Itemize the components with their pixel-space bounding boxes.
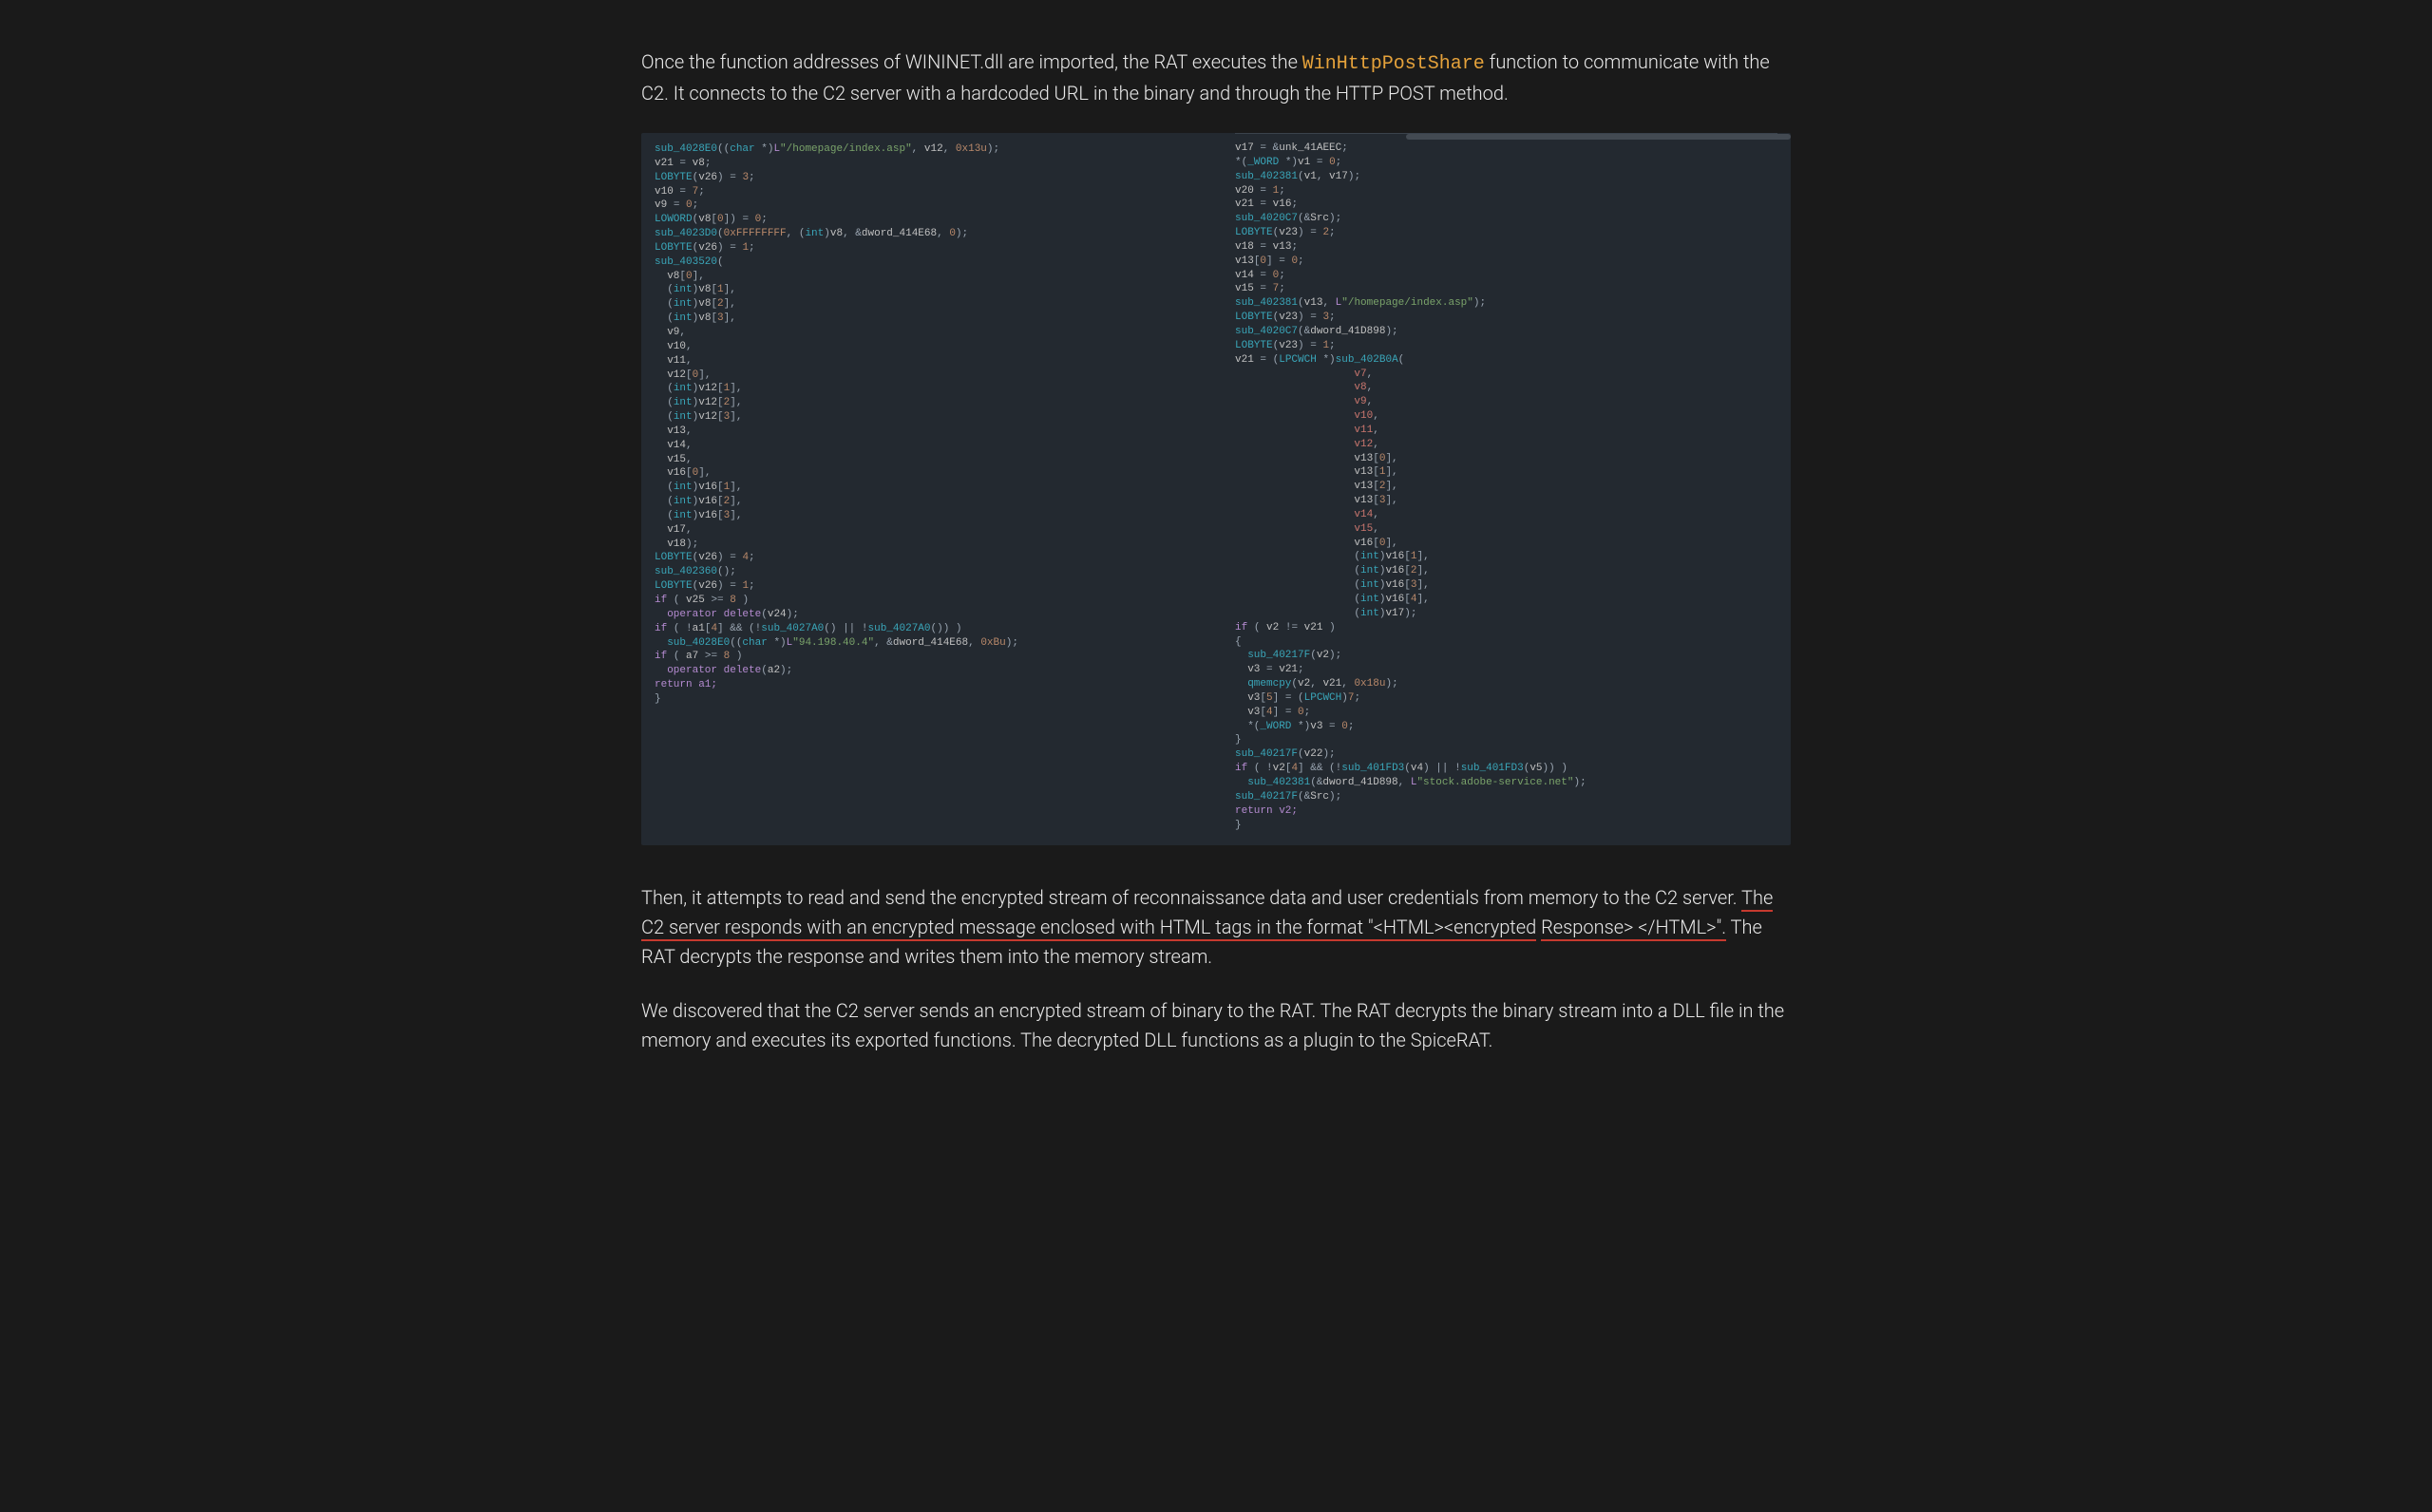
return-a1: return a1; — [655, 679, 717, 690]
hex-0xBu: 0xBu — [980, 637, 1005, 649]
string-homepage-url: "/homepage/index.asp" — [780, 143, 912, 155]
p2-underlined-2: Response> </HTML>". — [1541, 916, 1726, 941]
p2-text-before: Then, it attempts to read and send the e… — [641, 886, 1741, 909]
string-ip: "94.198.40.4" — [792, 637, 874, 649]
inline-code-winhttppostshare: WinHttpPostShare — [1302, 53, 1485, 75]
article-body: Once the function addresses of WININET.d… — [613, 0, 1819, 1137]
hex-ffffffff: 0xFFFFFFFF — [724, 228, 787, 239]
decompiled-code-figure: sub_4028E0((char *)L"/homepage/index.asp… — [641, 133, 1791, 845]
code-column-left: sub_4028E0((char *)L"/homepage/index.asp… — [655, 142, 1197, 832]
p1-text-before: Once the function addresses of WININET.d… — [641, 50, 1302, 73]
paragraph-1: Once the function addresses of WININET.d… — [641, 47, 1791, 108]
hex-0x18u: 0x18u — [1354, 678, 1385, 690]
hex-0x13u: 0x13u — [956, 143, 987, 155]
string-domain: "stock.adobe-service.net" — [1416, 777, 1573, 788]
paragraph-2: Then, it attempts to read and send the e… — [641, 883, 1791, 972]
paragraph-3: We discovered that the C2 server sends a… — [641, 996, 1791, 1055]
return-v2: return v2; — [1235, 805, 1298, 817]
code-column-right: v17 = &unk_41AEEC; *(_WORD *)v1 = 0; sub… — [1235, 133, 1777, 832]
